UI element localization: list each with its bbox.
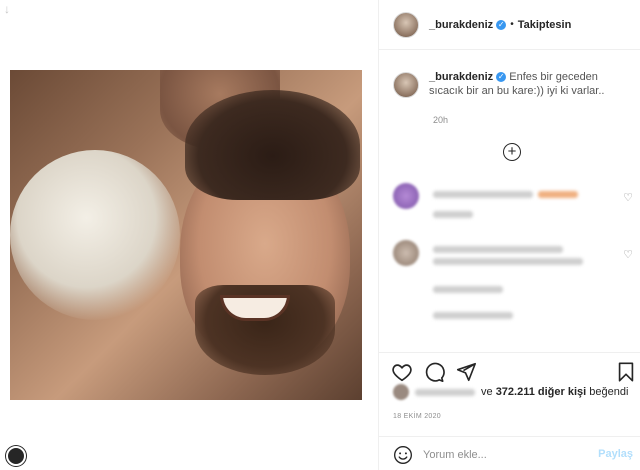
- profile-avatar-icon[interactable]: [6, 446, 26, 466]
- verified-badge-icon: ✓: [496, 19, 507, 30]
- likes-summary: ve 372.211 diğer kişi beğendi: [393, 384, 628, 400]
- comment-input[interactable]: [423, 446, 583, 464]
- load-more-comments-icon[interactable]: +: [503, 143, 521, 161]
- commenter-avatar[interactable]: [393, 183, 419, 209]
- caption-author-avatar[interactable]: [393, 72, 419, 98]
- liker-avatar[interactable]: [393, 384, 409, 400]
- bookmark-icon[interactable]: [615, 361, 637, 383]
- commenter-avatar[interactable]: [393, 240, 419, 266]
- heart-icon[interactable]: [391, 361, 413, 383]
- post-date[interactable]: 18 EKİM 2020: [393, 413, 441, 420]
- smiley-icon[interactable]: [393, 445, 413, 465]
- like-comment-icon[interactable]: ♡: [623, 191, 633, 204]
- arrow-down-icon: ↓: [4, 2, 10, 16]
- comment-icon[interactable]: [423, 361, 445, 383]
- comment-item: ♡: [393, 240, 633, 330]
- comment-item: ♡: [393, 183, 633, 223]
- comment-bar: Paylaş: [379, 436, 640, 470]
- post-details-pane: _burakdeniz ✓ • Takiptesin _burakdeniz ✓ …: [378, 0, 640, 470]
- post-photo[interactable]: [10, 70, 362, 400]
- post-comment-button[interactable]: Paylaş: [598, 448, 633, 460]
- follow-status-button[interactable]: Takiptesin: [518, 19, 572, 31]
- likes-count-link[interactable]: 372.211 diğer kişi: [496, 386, 587, 398]
- likes-suffix: beğendi: [589, 386, 629, 398]
- separator-dot: •: [510, 19, 514, 30]
- media-pane: ↓: [0, 0, 378, 470]
- caption-time: 20h: [433, 115, 449, 125]
- caption-username[interactable]: _burakdeniz: [429, 71, 493, 83]
- post-header: _burakdeniz ✓ • Takiptesin: [379, 0, 640, 50]
- likes-conjunction: ve: [481, 386, 493, 398]
- author-avatar[interactable]: [393, 11, 419, 38]
- caption-block: _burakdeniz ✓ Enfes bir geceden sıcacık b…: [393, 70, 633, 98]
- caption-verified-badge-icon: ✓: [496, 72, 507, 83]
- like-comment-icon[interactable]: ♡: [623, 248, 633, 261]
- author-username[interactable]: _burakdeniz: [429, 19, 493, 31]
- send-icon[interactable]: [455, 361, 477, 383]
- caption-text-wrap: _burakdeniz ✓ Enfes bir geceden sıcacık b…: [429, 70, 633, 98]
